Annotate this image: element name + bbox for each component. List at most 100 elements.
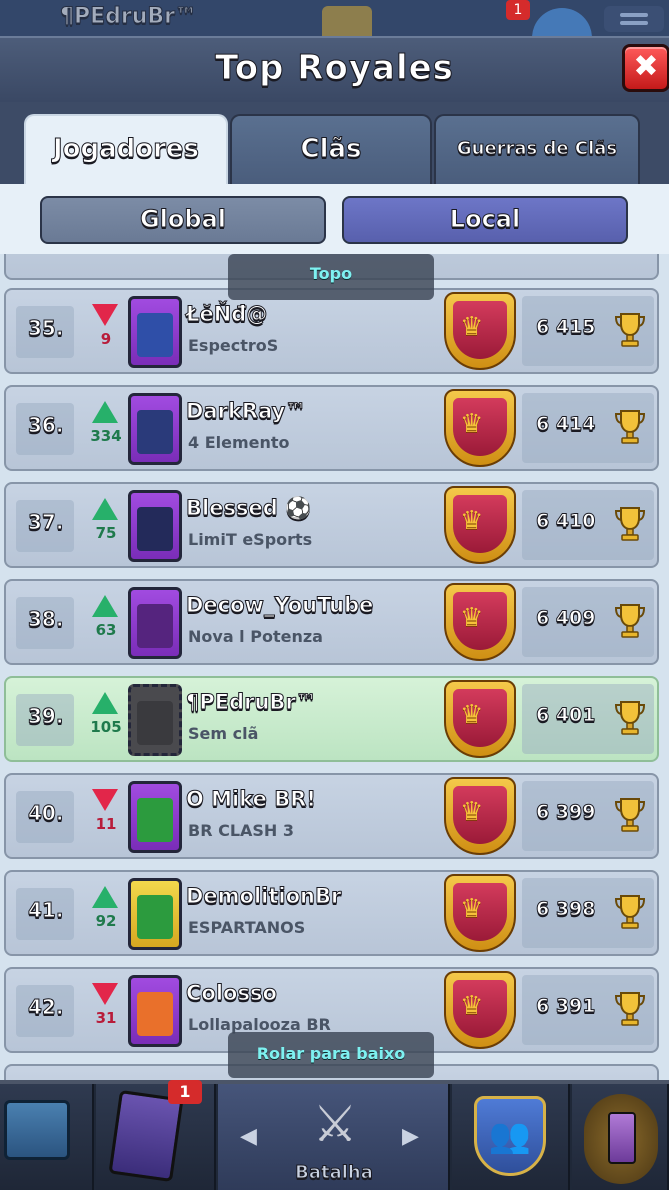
rank-number: 41. — [27, 898, 64, 923]
flame-icon — [137, 313, 173, 357]
trophy-count: 6 401 — [536, 704, 596, 727]
clan-badge — [128, 587, 182, 659]
nav-shop[interactable] — [0, 1084, 94, 1190]
clan-name: BR CLASH 3 — [188, 821, 295, 840]
page-title: Top Royales — [215, 48, 454, 89]
clan-name: Sem clã — [188, 724, 259, 743]
trophy-count: 6 399 — [536, 801, 596, 824]
globe-icon[interactable] — [532, 8, 592, 36]
trophy-count: 6 391 — [536, 995, 596, 1018]
rank-change: 334 — [90, 427, 122, 445]
brazil-flag-icon — [137, 798, 173, 842]
clan-name: ESPARTANOS — [188, 918, 306, 937]
rank-number: 38. — [27, 607, 64, 632]
trophy-icon — [614, 507, 646, 541]
leaderboard-list[interactable]: 35. 9 ŁĕŇđ@ EspectroS ♛ 6 415 36. 334 DarkRay™ 4… — [0, 254, 669, 1080]
trophy-icon — [614, 701, 646, 735]
trophy-icon — [614, 992, 646, 1026]
rank-number: 36. — [27, 413, 64, 438]
rank-change: 9 — [100, 330, 112, 348]
lotus-icon — [137, 507, 173, 551]
chevron-left-icon[interactable]: ◀ — [240, 1124, 257, 1149]
chevron-right-icon[interactable]: ▶ — [402, 1124, 419, 1149]
leaderboard-row[interactable]: 37. 75 Blessed ⚽ LimiT eSports ♛ 6 410 — [4, 482, 659, 568]
player-name: Decow_YouTube — [185, 593, 374, 618]
tab-label: Jogadores — [52, 134, 200, 165]
player-name: DemolitionBr — [185, 884, 342, 909]
rank-number: 40. — [27, 801, 64, 826]
scroll-down-button[interactable]: Rolar para baixo — [228, 1032, 434, 1078]
nav-battle[interactable]: ◀ ⚔ ▶ Batalha — [218, 1084, 450, 1190]
leaderboard-row[interactable]: 41. 92 DemolitionBr ESPARTANOS ♛ 6 398 — [4, 870, 659, 956]
trophy-count: 6 398 — [536, 898, 596, 921]
crossed-swords-icon: ⚔ — [312, 1095, 358, 1153]
local-label: Local — [449, 205, 521, 234]
trophy-count: 6 415 — [536, 316, 596, 339]
clan-name: EspectroS — [188, 336, 279, 355]
crown-shield-icon: ♛ — [444, 680, 516, 758]
tab-guerras-de-clas[interactable]: Guerras de Clãs — [434, 114, 640, 184]
tab-label: Clãs — [300, 134, 362, 165]
leaderboard-row[interactable]: 40. 11 O Mike BR! BR CLASH 3 ♛ 6 399 — [4, 773, 659, 859]
down-arrow-icon — [92, 983, 118, 1005]
tab-label: Guerras de Clãs — [456, 138, 618, 160]
scroll-to-top-button[interactable]: Topo — [228, 254, 434, 300]
trophy-count: 6 414 — [536, 413, 596, 436]
leaderboard-row[interactable]: 35. 9 ŁĕŇđ@ EspectroS ♛ 6 415 — [4, 288, 659, 374]
crown-shield-icon: ♛ — [444, 777, 516, 855]
leaderboard-row[interactable]: 36. 334 DarkRay™ 4 Elemento ♛ 6 414 — [4, 385, 659, 471]
close-button[interactable]: ✖ — [622, 44, 669, 92]
trophy-icon — [614, 313, 646, 347]
down-arrow-icon — [92, 304, 118, 326]
rank-number: 35. — [27, 316, 64, 341]
rank-number: 37. — [27, 510, 64, 535]
skull-icon — [137, 410, 173, 454]
global-label: Global — [139, 205, 226, 234]
clan-badge — [128, 393, 182, 465]
brazil-flag-icon — [137, 895, 173, 939]
events-icon — [584, 1094, 658, 1184]
menu-button[interactable] — [604, 6, 664, 32]
battle-label: Batalha — [295, 1162, 374, 1184]
player-name: ¶PEdruBr™ — [59, 4, 198, 30]
player-name: ŁĕŇđ@ — [185, 302, 268, 327]
crown-shield-icon: ♛ — [444, 583, 516, 661]
up-arrow-icon — [92, 401, 118, 423]
trophy-count: 6 409 — [536, 607, 596, 630]
star-burst-icon — [137, 604, 173, 648]
local-button[interactable]: Local — [342, 196, 628, 244]
rank-change: 92 — [95, 912, 117, 930]
global-button[interactable]: Global — [40, 196, 326, 244]
up-arrow-icon — [92, 498, 118, 520]
nav-events[interactable] — [572, 1084, 669, 1190]
trophy-icon — [614, 410, 646, 444]
clan-badge — [128, 296, 182, 368]
trophy-icon — [614, 895, 646, 929]
rank-change: 63 — [95, 621, 117, 639]
crown-shield-icon: ♛ — [444, 971, 516, 1049]
nav-cards[interactable]: 1 — [96, 1080, 216, 1190]
player-name: Blessed ⚽ — [185, 496, 312, 521]
crown-shield-icon: ♛ — [444, 874, 516, 952]
leaderboard-row-self[interactable]: 39. 105 ¶PEdruBr™ Sem clã ♛ 6 401 — [4, 676, 659, 762]
shop-chest-icon — [4, 1100, 70, 1160]
player-name: DarkRay™ — [185, 399, 307, 424]
tab-clas[interactable]: Clãs — [230, 114, 432, 184]
crown-shield-icon: ♛ — [444, 486, 516, 564]
crown-shield-icon: ♛ — [444, 292, 516, 370]
trophy-count: 6 410 — [536, 510, 596, 533]
clan-name: Nova l Potenza — [188, 627, 323, 646]
tab-bar: Jogadores Clãs Guerras de Clãs — [0, 102, 669, 184]
leaderboard-row[interactable]: 38. 63 Decow_YouTube Nova l Potenza ♛ 6 409 — [4, 579, 659, 665]
scroll-top-label: Topo — [309, 264, 353, 283]
modal-header: Top Royales — [0, 36, 669, 102]
trophy-icon — [614, 798, 646, 832]
clan-badge — [128, 878, 182, 950]
trophy-road-icon[interactable] — [322, 6, 372, 36]
diamond-icon — [137, 992, 173, 1036]
cards-badge: 1 — [168, 1080, 202, 1104]
nav-social[interactable]: 👥 — [452, 1084, 570, 1190]
tab-jogadores[interactable]: Jogadores — [24, 114, 228, 184]
up-arrow-icon — [92, 595, 118, 617]
clan-badge — [128, 684, 182, 756]
